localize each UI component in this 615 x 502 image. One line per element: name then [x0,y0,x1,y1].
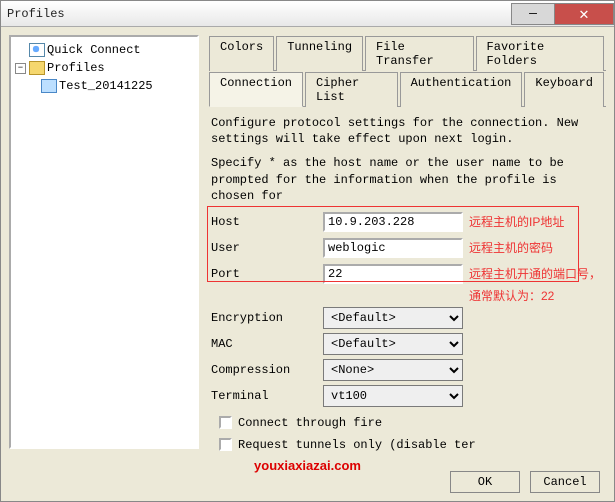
user-input[interactable] [323,238,463,258]
dialog-footer: OK Cancel [450,471,600,493]
folder-icon [29,61,45,75]
pc-icon [29,43,45,57]
description-1: Configure protocol settings for the conn… [211,115,604,147]
cancel-button[interactable]: Cancel [530,471,600,493]
terminal-row: Terminal vt100 [211,384,604,408]
tree-label: Profiles [47,61,105,75]
port-row: Port 远程主机开通的端口号， [211,262,604,286]
tunnels-label: Request tunnels only (disable ter [238,438,476,452]
connection-form: Host 远程主机的IP地址 User 远程主机的密码 Port 远程主机开通的… [209,208,606,458]
terminal-label: Terminal [211,389,323,403]
host-input[interactable] [323,212,463,232]
checkbox-icon[interactable] [219,438,232,451]
description-2: Specify * as the host name or the user n… [211,155,604,204]
tree-profiles-folder[interactable]: − Profiles [13,59,195,77]
mac-row: MAC <Default> [211,332,604,356]
window-buttons: — ✕ [512,3,614,25]
tab-file-transfer[interactable]: File Transfer [365,36,474,71]
tab-connection[interactable]: Connection [209,72,303,107]
tab-tunneling[interactable]: Tunneling [276,36,363,71]
profile-tree[interactable]: Quick Connect − Profiles Test_20141225 [9,35,199,449]
tab-row-1: Colors Tunneling File Transfer Favorite … [209,35,606,71]
tab-keyboard[interactable]: Keyboard [524,72,604,107]
checkbox-icon[interactable] [219,416,232,429]
window-title: Profiles [7,7,65,21]
mac-select[interactable]: <Default> [323,333,463,355]
user-annotation: 远程主机的密码 [469,239,553,256]
port-annotation: 远程主机开通的端口号， [469,265,601,282]
watermark-text: youxiaxiazai.com [254,458,361,473]
tunnels-checkbox-row[interactable]: Request tunnels only (disable ter [219,438,604,452]
ok-button[interactable]: OK [450,471,520,493]
tree-label: Quick Connect [47,43,141,57]
profile-icon [41,79,57,93]
fire-label: Connect through fire [238,416,382,430]
titlebar: Profiles — ✕ [1,1,614,27]
tab-row-2: Connection Cipher List Authentication Ke… [209,71,606,107]
port-input[interactable] [323,264,463,284]
collapse-icon[interactable]: − [15,63,26,74]
host-annotation: 远程主机的IP地址 [469,213,564,230]
mac-label: MAC [211,337,323,351]
fire-checkbox-row[interactable]: Connect through fire [219,416,604,430]
settings-panel: Colors Tunneling File Transfer Favorite … [209,35,606,449]
compression-label: Compression [211,363,323,377]
compression-row: Compression <None> [211,358,604,382]
host-label: Host [211,215,323,229]
tab-favorite-folders[interactable]: Favorite Folders [476,36,604,71]
port-annotation-2: 通常默认为：22 [469,287,554,304]
compression-select[interactable]: <None> [323,359,463,381]
user-label: User [211,241,323,255]
tree-quick-connect[interactable]: Quick Connect [13,41,195,59]
port-label: Port [211,267,323,281]
encryption-row: Encryption <Default> [211,306,604,330]
dialog-body: Quick Connect − Profiles Test_20141225 C… [1,27,614,453]
encryption-label: Encryption [211,311,323,325]
encryption-select[interactable]: <Default> [323,307,463,329]
host-row: Host 远程主机的IP地址 [211,210,604,234]
tab-authentication[interactable]: Authentication [400,72,523,107]
minimize-button[interactable]: — [511,3,555,25]
port-annot2-row: 通常默认为：22 [211,288,604,304]
user-row: User 远程主机的密码 [211,236,604,260]
tree-profile-item[interactable]: Test_20141225 [13,77,195,95]
close-button[interactable]: ✕ [554,3,614,25]
terminal-select[interactable]: vt100 [323,385,463,407]
tree-label: Test_20141225 [59,79,153,93]
profiles-dialog: Profiles — ✕ Quick Connect − Profiles Te… [0,0,615,502]
tab-colors[interactable]: Colors [209,36,274,71]
tab-cipher-list[interactable]: Cipher List [305,72,398,107]
